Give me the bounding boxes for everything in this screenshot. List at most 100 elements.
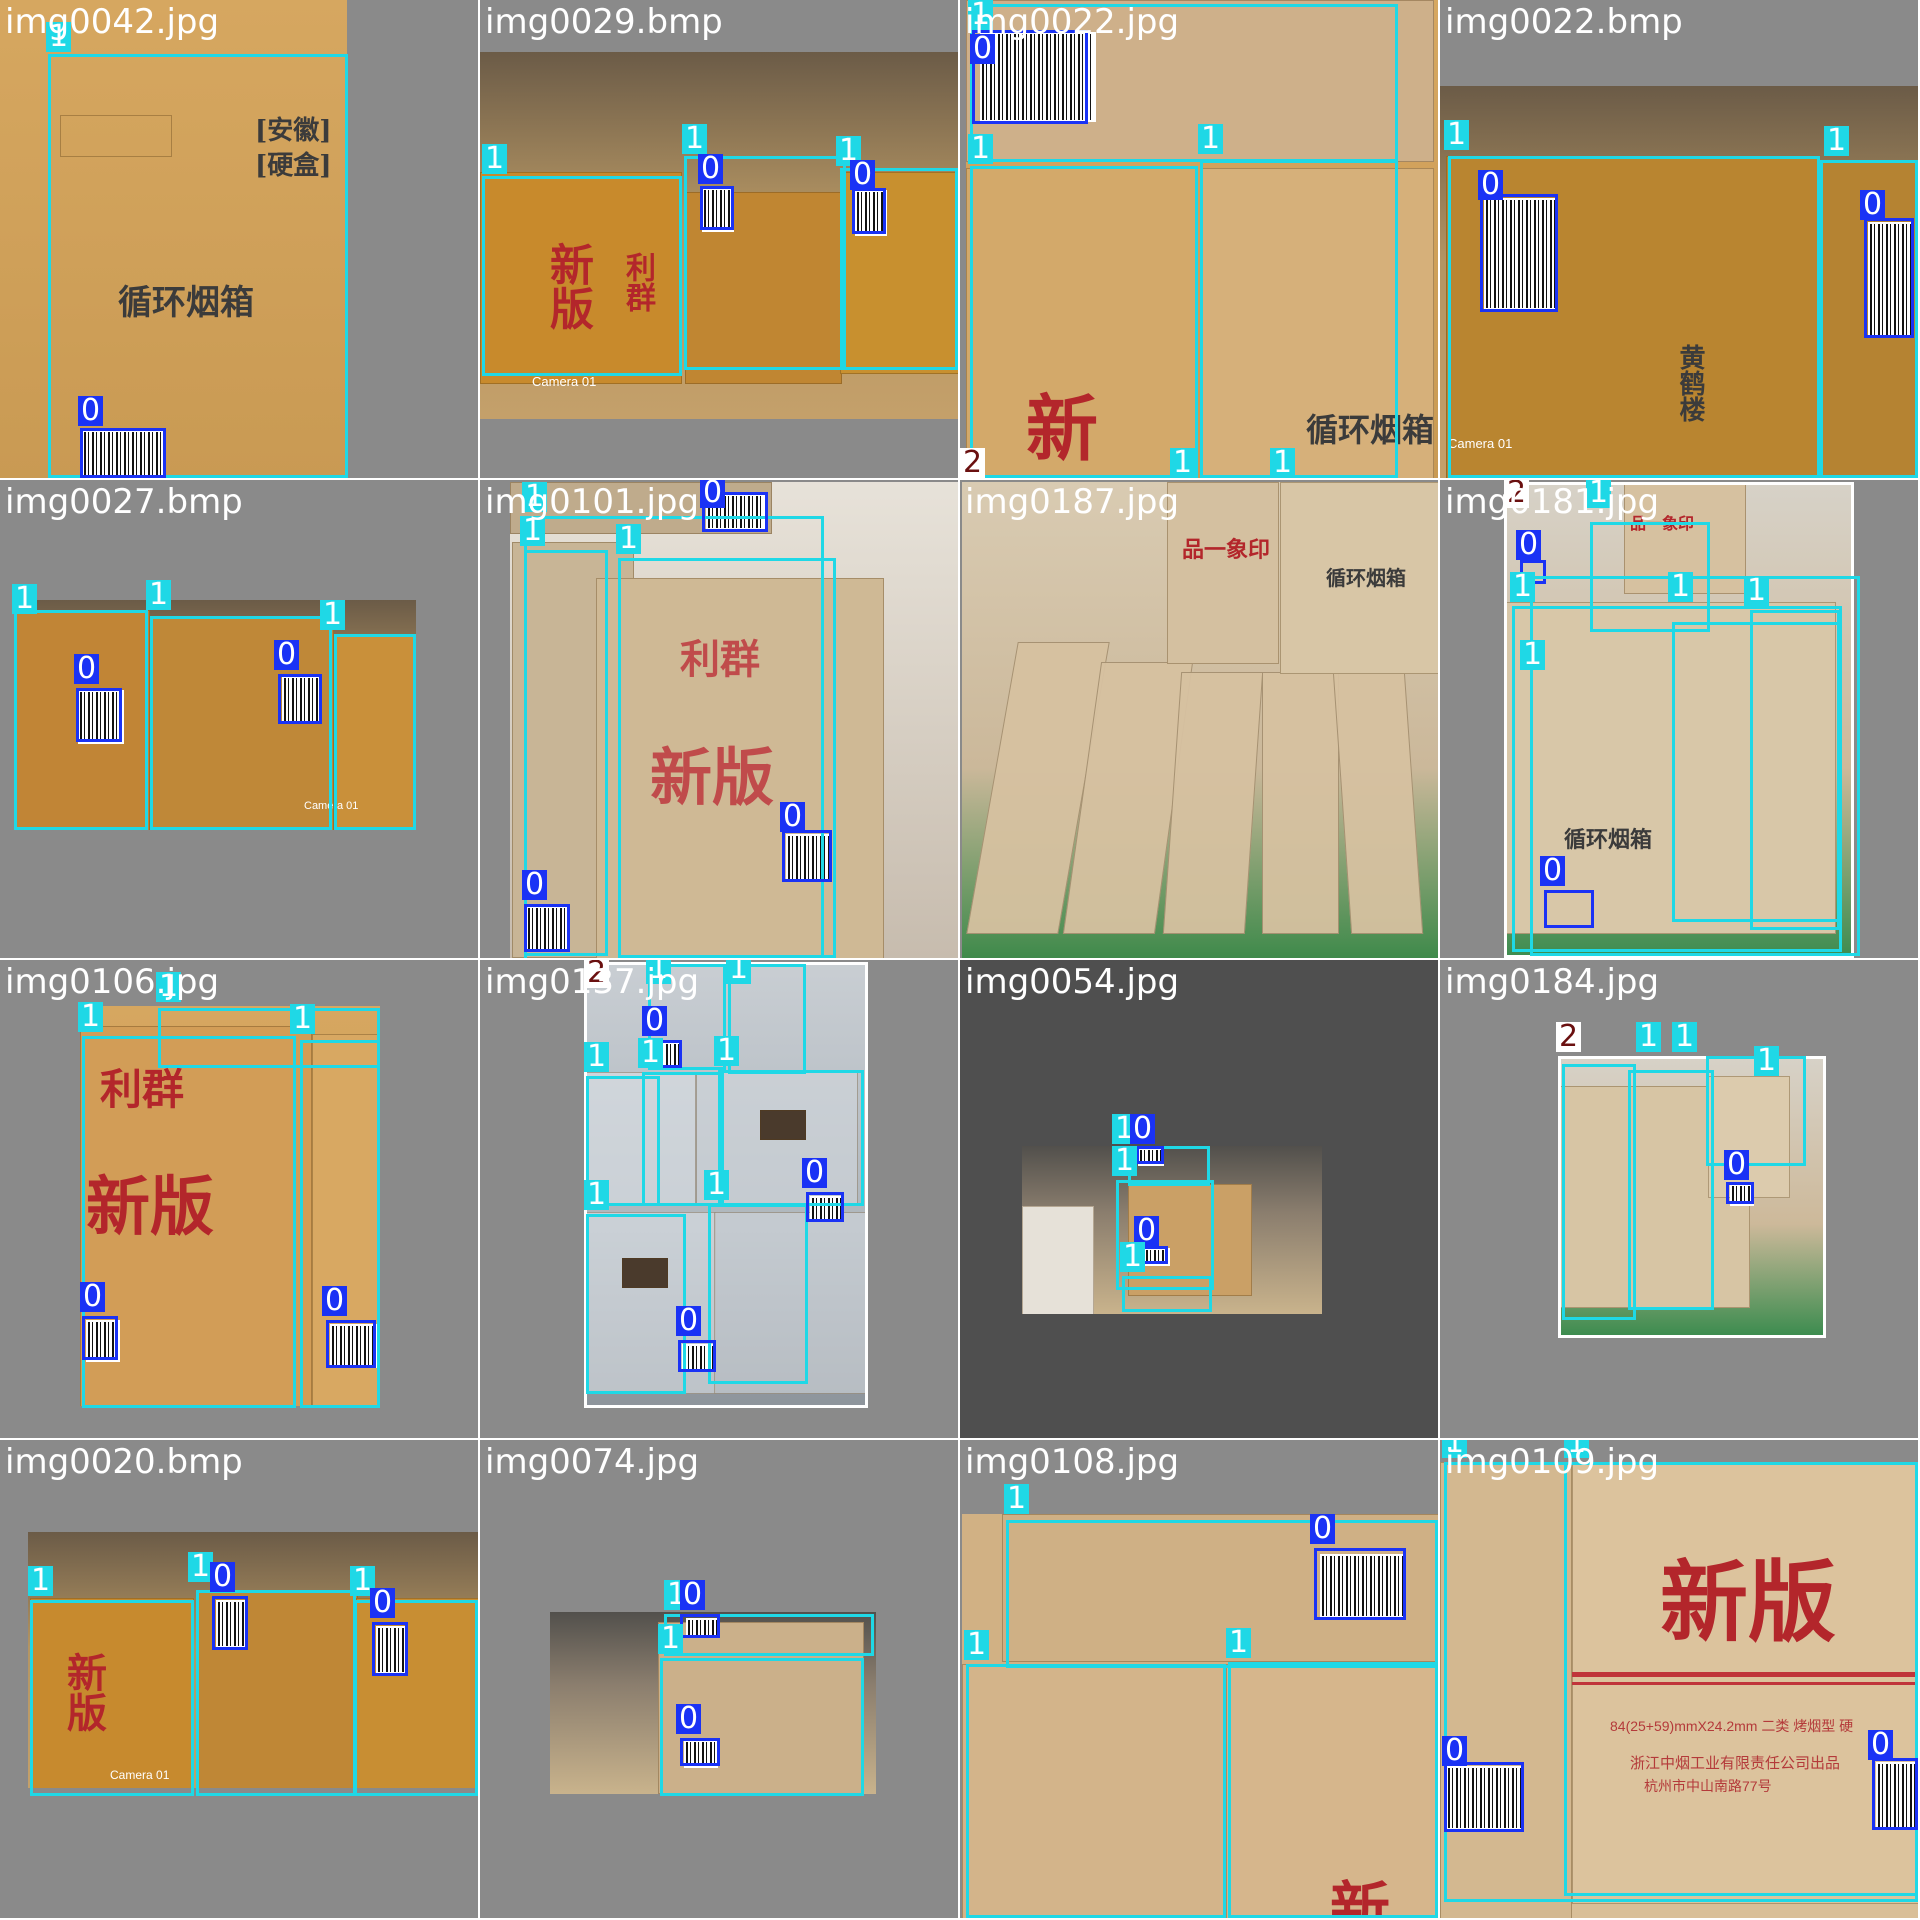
bbox-label: 1 bbox=[726, 960, 752, 984]
tile-img0029[interactable]: 新版 利群 Camera 01 1 1 1 0 0 img0029.bmp bbox=[480, 0, 958, 478]
bbox-label: 0 bbox=[780, 802, 806, 832]
bbox-class0 bbox=[372, 1622, 408, 1676]
tile-img0054[interactable]: 1 0 1 0 1 img0054.jpg bbox=[960, 960, 1438, 1438]
bbox-class1 bbox=[718, 1070, 864, 1206]
bbox-label: 0 bbox=[322, 1286, 348, 1316]
bbox-label: 0 bbox=[1310, 1514, 1336, 1544]
tile-img0187[interactable]: 品一象印 循环烟箱 img0187.jpg bbox=[960, 480, 1438, 958]
bbox-label: 0 bbox=[1130, 1114, 1156, 1144]
tile-filename: img0020.bmp bbox=[5, 1442, 243, 1482]
bbox-class1 bbox=[966, 1664, 1226, 1918]
tile-filename: img0042.jpg bbox=[5, 2, 220, 42]
bbox-label: 1 bbox=[1744, 576, 1770, 606]
bbox-label: 1 bbox=[704, 1170, 730, 1200]
tile-filename: img0108.jpg bbox=[965, 1442, 1180, 1482]
bbox-class0 bbox=[1864, 218, 1914, 338]
bbox-label: 2 bbox=[960, 448, 986, 478]
tile-img0106[interactable]: 新版 利群 1 1 1 0 0 img0106.jpg bbox=[0, 960, 478, 1438]
bbox-label: 1 bbox=[1824, 126, 1850, 156]
bbox-class1 bbox=[1228, 1662, 1438, 1918]
bbox-label: 0 bbox=[700, 480, 726, 508]
bbox-class1 bbox=[1562, 1064, 1636, 1320]
bbox-label: 0 bbox=[1442, 1736, 1468, 1766]
tile-filename: img0137.jpg bbox=[485, 962, 700, 1002]
bbox-label: 0 bbox=[274, 640, 300, 670]
bbox-class0 bbox=[1480, 194, 1558, 312]
bbox-label: 1 bbox=[1444, 120, 1470, 150]
bbox-label: 0 bbox=[1860, 190, 1886, 220]
bbox-class1 bbox=[708, 1204, 808, 1384]
bbox-label: 0 bbox=[676, 1306, 702, 1336]
bbox-label: 1 bbox=[616, 524, 642, 554]
bbox-class0 bbox=[700, 186, 734, 230]
tile-img0020[interactable]: 新版 Camera 01 1 1 0 1 0 img0020.bmp bbox=[0, 1440, 478, 1918]
bbox-label: 1 bbox=[968, 134, 994, 164]
bbox-label: 0 bbox=[676, 1704, 702, 1734]
bbox-class0 bbox=[680, 1738, 720, 1766]
bbox-label: 1 bbox=[1672, 1022, 1698, 1052]
bbox-class0 bbox=[326, 1320, 376, 1368]
bbox-label: 1 bbox=[1004, 1484, 1030, 1514]
tile-img0108[interactable]: 新 1 0 1 1 img0108.jpg bbox=[960, 1440, 1438, 1918]
bbox-label: 1 bbox=[584, 1042, 610, 1072]
bbox-class1 bbox=[1122, 1276, 1212, 1312]
grid-divider bbox=[1438, 0, 1440, 1920]
bbox-label: 1 bbox=[28, 1566, 54, 1596]
bbox-class1 bbox=[1628, 1070, 1714, 1310]
grid-divider bbox=[958, 0, 960, 1920]
bbox-class1 bbox=[334, 634, 416, 830]
bbox-label: 1 bbox=[1636, 1022, 1662, 1052]
tile-img0027[interactable]: Camera 01 1 1 1 0 0 img0027.bmp bbox=[0, 480, 478, 958]
tile-filename: img0027.bmp bbox=[5, 482, 243, 522]
bbox-class0 bbox=[782, 830, 832, 882]
bbox-label: 1 bbox=[1170, 448, 1196, 478]
bbox-class0 bbox=[1726, 1182, 1754, 1204]
bbox-class0 bbox=[76, 688, 122, 742]
tile-filename: img0022.bmp bbox=[1445, 2, 1683, 42]
bbox-label: 0 bbox=[74, 654, 100, 684]
tile-img0074[interactable]: 1 0 1 0 img0074.jpg bbox=[480, 1440, 958, 1918]
tile-img0101[interactable]: 新版 利群 1 0 1 1 0 0 img0101.jpg bbox=[480, 480, 958, 958]
bbox-class0 bbox=[80, 428, 166, 478]
tile-img0184[interactable]: 2 1 1 1 0 img0184.jpg bbox=[1440, 960, 1918, 1438]
bbox-label: 0 bbox=[210, 1562, 236, 1592]
bbox-label: 1 bbox=[658, 1624, 684, 1654]
bbox-label: 1 bbox=[1226, 1628, 1252, 1658]
bbox-label: 1 bbox=[1198, 124, 1224, 154]
grid-divider bbox=[0, 478, 1920, 480]
detection-mosaic: [安徽] [硬盒] 循环烟箱 1 0 img0042.jpg 新版 利群 Cam… bbox=[0, 0, 1920, 1920]
bbox-label: 1 bbox=[1270, 448, 1296, 478]
bbox-class0 bbox=[524, 904, 570, 952]
tile-img0022-bmp[interactable]: 黄鹤楼 Camera 01 1 0 1 0 img0022.bmp bbox=[1440, 0, 1918, 478]
bbox-class0 bbox=[278, 674, 322, 724]
bbox-class1 bbox=[1200, 160, 1398, 478]
tile-img0181[interactable]: 品一象印 循环烟箱 2 1 1 0 1 1 1 0 img0181.jpg bbox=[1440, 480, 1918, 958]
bbox-class0 bbox=[678, 1340, 716, 1372]
bbox-label: 0 bbox=[78, 396, 104, 426]
bbox-class1 bbox=[618, 558, 836, 958]
bbox-label: 1 bbox=[1112, 1146, 1138, 1176]
bbox-label: 0 bbox=[522, 870, 548, 900]
bbox-label: 1 bbox=[638, 1038, 664, 1068]
bbox-label: 0 bbox=[698, 154, 724, 184]
bbox-label: 1 bbox=[964, 1630, 990, 1660]
bbox-label: 0 bbox=[1868, 1730, 1894, 1760]
bbox-label: 2 bbox=[1556, 1022, 1582, 1052]
tile-filename: img0187.jpg bbox=[965, 482, 1180, 522]
tile-img0137[interactable]: 2 1 1 0 1 1 1 1 1 0 0 img0137.jpg bbox=[480, 960, 958, 1438]
bbox-label: 1 bbox=[290, 1004, 316, 1034]
bbox-label: 1 bbox=[482, 144, 508, 174]
tile-img0109[interactable]: 新版 84(25+59)mmX24.2mm 二类 烤烟型 硬 浙江中烟工业有限责… bbox=[1440, 1440, 1918, 1918]
tile-filename: img0054.jpg bbox=[965, 962, 1180, 1002]
bbox-label: 1 bbox=[714, 1036, 740, 1066]
bbox-class1 bbox=[1564, 1462, 1918, 1896]
bbox-class0 bbox=[1544, 890, 1594, 928]
tile-img0042[interactable]: [安徽] [硬盒] 循环烟箱 1 0 img0042.jpg bbox=[0, 0, 478, 478]
tile-filename: img0022.jpg bbox=[965, 2, 1180, 42]
tile-filename: img0101.jpg bbox=[485, 482, 700, 522]
bbox-label: 1 bbox=[1668, 572, 1694, 602]
grid-divider bbox=[0, 1438, 1920, 1440]
bbox-label: 0 bbox=[370, 1588, 396, 1618]
bbox-label: 1 bbox=[320, 600, 346, 630]
tile-img0022-jpg[interactable]: 新 循环烟箱 1 0 1 1 2 1 1 img0022.jpg bbox=[960, 0, 1438, 478]
